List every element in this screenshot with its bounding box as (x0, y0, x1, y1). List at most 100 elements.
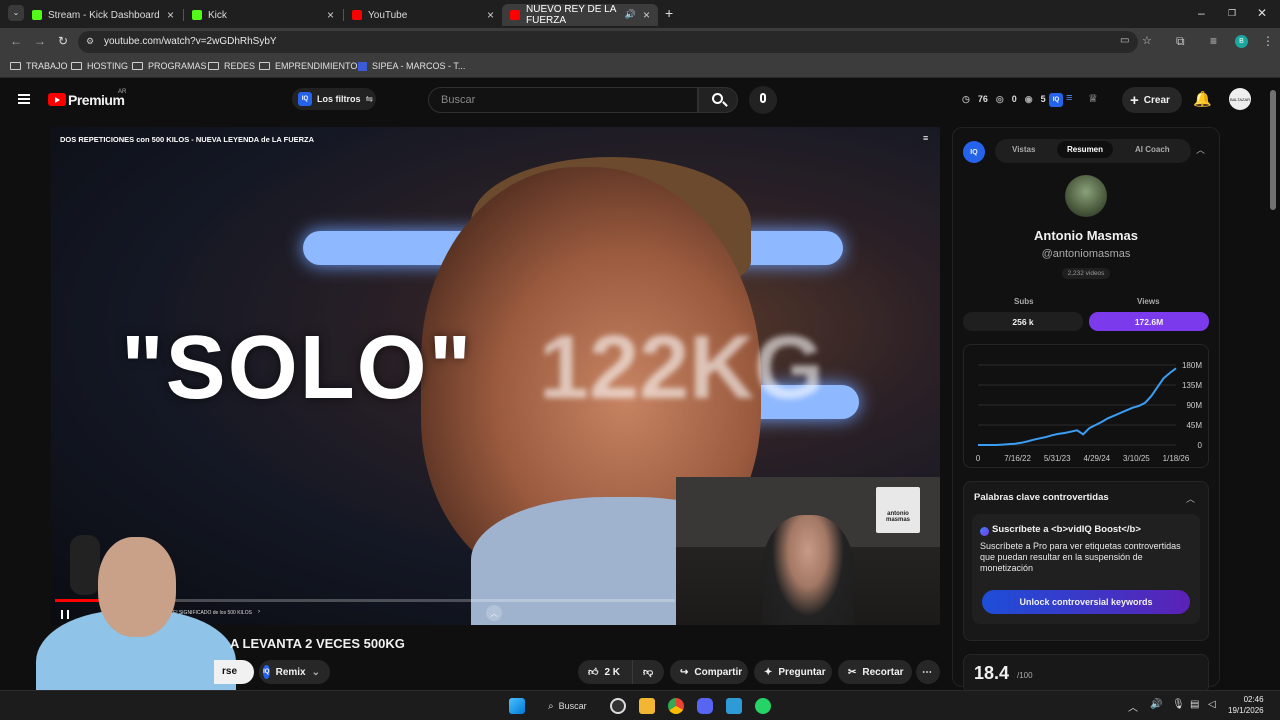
volume-icon-2[interactable]: ◁ (1208, 699, 1216, 710)
vidiq-extension-icon[interactable]: IQ (1049, 93, 1063, 107)
tab-title: Kick (208, 9, 227, 21)
browser-menu-icon[interactable]: ⋮ (1262, 34, 1274, 48)
clip-button[interactable]: ✂ Recortar (838, 660, 912, 684)
vidiq-icon: IQ (298, 92, 312, 106)
app-icon[interactable] (726, 698, 742, 714)
tab-active-video[interactable]: NUEVO REY DE LA FUERZA 🔊 × (502, 4, 658, 26)
minimize-icon[interactable]: – (1198, 6, 1205, 20)
volume-icon[interactable]: 🔊 (1150, 699, 1162, 710)
speaker-icon[interactable]: 🔊 (625, 9, 636, 20)
chart-x-tick-label: 3/10/25 (1123, 454, 1150, 463)
bookmark-folder-programas[interactable]: PROGRAMAS (132, 61, 207, 71)
search-input[interactable]: Buscar (428, 87, 698, 113)
folder-icon (259, 62, 270, 70)
vidiq-tabs: Vistas Resumen AI Coach (995, 139, 1191, 163)
reload-icon[interactable]: ↻ (58, 34, 68, 48)
new-tab-plus-icon[interactable]: + (665, 5, 673, 21)
tab-ai-coach[interactable]: AI Coach (1135, 145, 1170, 154)
channel-name[interactable]: Antonio Masmas (953, 228, 1219, 243)
address-bar[interactable]: ⚙ youtube.com/watch?v=2wGDhRhSybY ▭ ☆ (78, 31, 1152, 53)
list-icon[interactable]: ≡ (1066, 92, 1072, 104)
views-value: 172.6M (1089, 312, 1209, 331)
unlock-keywords-button[interactable]: Unlock controversial keywords (982, 590, 1190, 614)
account-avatar[interactable]: BALTAZAR (1229, 88, 1251, 110)
collapse-chevron-icon[interactable]: ︿ (1196, 143, 1205, 156)
tab-close-icon[interactable]: × (643, 8, 650, 22)
subscribe-button[interactable]: rse (214, 660, 254, 684)
bookmark-folder-hosting[interactable]: HOSTING (71, 61, 128, 71)
search-button[interactable] (698, 87, 738, 113)
youtube-logo-icon[interactable] (48, 93, 66, 106)
award-icon[interactable]: ♕ (1088, 92, 1098, 105)
site-info-icon[interactable]: ⚙ (86, 36, 94, 47)
bookmark-folder-redes[interactable]: REDES (208, 61, 255, 71)
chart-y-tick-label: 180M (1182, 361, 1202, 370)
like-button[interactable]: 👍︎ 2 K (578, 660, 632, 684)
address-row: ← → ↻ ⚙ youtube.com/watch?v=2wGDhRhSybY … (0, 28, 1280, 56)
vidiq-stats[interactable]: ◷ 76 ◎ 0 ◉ 5 (962, 94, 1046, 105)
bookmark-sipea[interactable]: SIPEA - MARCOS - T... (358, 61, 465, 71)
taskbar-search[interactable]: ⌕ Buscar (540, 696, 600, 716)
share-button[interactable]: ↪ Compartir (670, 660, 748, 684)
page-scrollbar[interactable] (1270, 90, 1276, 210)
tab-kick-dashboard[interactable]: Stream - Kick Dashboard × (24, 4, 182, 26)
notifications-bell-icon[interactable]: 🔔 (1193, 90, 1212, 108)
tab-close-icon[interactable]: × (167, 8, 174, 22)
hamburger-menu-icon[interactable] (18, 94, 30, 104)
channel-video-count: 2,232 videos (953, 268, 1219, 279)
tab-vistas[interactable]: Vistas (1012, 145, 1035, 154)
tab-youtube[interactable]: YouTube × (344, 4, 502, 26)
tab-search-chevron-icon[interactable]: ⌄ (8, 5, 24, 21)
channel-handle: @antoniomasmas (1041, 248, 1131, 260)
forward-arrow-icon[interactable]: → (34, 34, 46, 48)
video-caption-text: "SOLO" (121, 318, 474, 418)
discord-icon[interactable] (697, 698, 713, 714)
score-max: /100 (1017, 671, 1033, 680)
profile-avatar-icon[interactable]: B (1235, 35, 1248, 48)
chart-x-tick-label: 1/18/26 (1163, 454, 1190, 463)
youtube-brand[interactable]: Premium (68, 92, 125, 108)
expand-up-icon[interactable]: ︿ (486, 605, 502, 621)
chart-x-tick-label: 0 (976, 454, 981, 463)
extensions-icon[interactable]: ⧉ (1176, 34, 1185, 49)
collapse-chevron-icon[interactable]: ︿ (1186, 492, 1195, 505)
more-actions-button[interactable]: ⋯ (916, 660, 940, 684)
playlist-icon[interactable]: ≡ (923, 133, 928, 143)
ask-button[interactable]: ✦ Preguntar (754, 660, 832, 684)
file-explorer-icon[interactable] (639, 698, 655, 714)
bookmark-folder-emprendimientos[interactable]: EMPRENDIMIENTOS (259, 61, 363, 71)
cast-icon[interactable]: ▭ (1120, 35, 1129, 46)
bookmark-star-icon[interactable]: ☆ (1142, 34, 1152, 47)
chrome-icon[interactable] (668, 698, 684, 714)
thumbs-down-icon: 👎︎ (643, 667, 654, 678)
obs-app-icon[interactable] (610, 698, 626, 714)
video-title: A LEVANTA 2 VECES 500KG (230, 636, 405, 651)
boost-title: Suscríbete a <b>vidIQ Boost</b> (992, 524, 1141, 535)
media-queue-icon[interactable]: ≡ (1210, 34, 1217, 48)
voice-search-button[interactable] (749, 86, 777, 114)
windows-start-icon[interactable] (509, 698, 525, 714)
tray-chevron-icon[interactable]: ︿ (1128, 699, 1138, 714)
url-text[interactable]: youtube.com/watch?v=2wGDhRhSybY (104, 36, 277, 47)
network-icon[interactable]: ▤ (1190, 699, 1199, 710)
close-window-icon[interactable]: ✕ (1257, 6, 1267, 20)
taskbar-clock[interactable]: 02:46 19/1/2026 (1228, 694, 1264, 716)
tab-resumen[interactable]: Resumen (1057, 141, 1114, 158)
vidiq-panel: IQ Vistas Resumen AI Coach ︿ Antonio Mas… (952, 127, 1220, 694)
remix-button[interactable]: IQ Remix ⌄ (259, 660, 330, 684)
tab-close-icon[interactable]: × (487, 8, 494, 22)
back-arrow-icon[interactable]: ← (10, 34, 22, 48)
whatsapp-icon[interactable] (755, 698, 771, 714)
bookmark-folder-trabajo[interactable]: TRABAJO (10, 61, 68, 71)
tab-close-icon[interactable]: × (327, 8, 334, 22)
folder-icon (208, 62, 219, 70)
filters-button[interactable]: IQ Los filtros ⇋ (292, 88, 376, 110)
create-button[interactable]: + Crear (1122, 87, 1182, 113)
tab-kick[interactable]: Kick × (184, 4, 342, 26)
mic-tray-icon[interactable]: 🎙 (1172, 699, 1185, 710)
dislike-button[interactable]: 👎︎ (632, 660, 664, 684)
channel-avatar[interactable] (1065, 175, 1107, 217)
chart-x-tick-label: 4/29/24 (1083, 454, 1110, 463)
restore-icon[interactable]: ❐ (1228, 8, 1236, 19)
video-caption-blur-text: 122KG (539, 318, 825, 418)
